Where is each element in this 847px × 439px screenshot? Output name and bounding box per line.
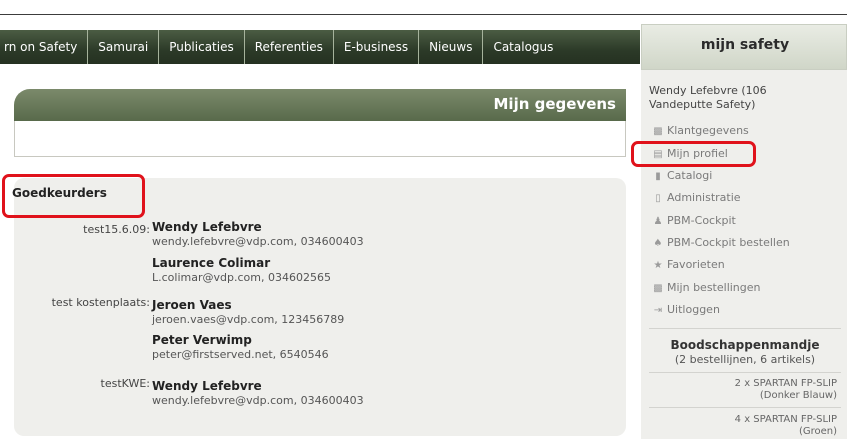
sidebar-item-label: Catalogi	[667, 169, 713, 182]
logout-icon: ⇥	[653, 305, 663, 316]
order-people-icon: ♠	[653, 238, 663, 249]
basket-summary: (2 bestellijnen, 6 artikels)	[674, 353, 816, 366]
nav-item-e-business[interactable]: E-business	[334, 30, 420, 64]
sidebar-item-pbm-cockpit-bestellen[interactable]: ♠ PBM-Cockpit bestellen	[652, 236, 790, 249]
document-icon: ▯	[655, 193, 661, 204]
group-label: test kostenplaats:	[51, 296, 150, 309]
nav-item-safety[interactable]: rn on Safety	[0, 30, 89, 64]
sidebar-item-label: Favorieten	[667, 258, 725, 271]
approver-contact[interactable]: wendy.lefebvre@vdp.com, 034600403	[152, 394, 364, 408]
nav-item-nieuws[interactable]: Nieuws	[419, 30, 484, 64]
page-title: Mijn gegevens	[493, 95, 617, 113]
basket-item-name: 2 x SPARTAN FP-SLIP	[734, 378, 837, 389]
chart-icon: ▩	[653, 126, 663, 137]
sidebar-header: mijn safety	[641, 24, 847, 70]
basket-item-variant: (Donker Blauw)	[759, 390, 837, 401]
approver-name: Wendy Lefebvre	[152, 220, 262, 234]
divider	[649, 407, 841, 408]
sidebar-item-label: Uitloggen	[667, 303, 720, 316]
sidebar-item-administratie[interactable]: ▯ Administratie	[652, 191, 741, 204]
profile-highlight-box	[631, 141, 756, 167]
top-divider	[0, 14, 847, 15]
sidebar-item-label: PBM-Cockpit	[667, 214, 736, 227]
approver-name: Jeroen Vaes	[152, 298, 232, 312]
page-header: Mijn gegevens	[14, 89, 626, 121]
approvers-highlight-box	[2, 174, 145, 218]
approver-name: Wendy Lefebvre	[152, 379, 262, 393]
basket-item-name: 4 x SPARTAN FP-SLIP	[734, 414, 837, 425]
approver-entry: Jeroen Vaes jeroen.vaes@vdp.com, 1234567…	[152, 298, 344, 327]
basket-item-variant: (Groen)	[798, 426, 837, 437]
approver-contact[interactable]: jeroen.vaes@vdp.com, 123456789	[152, 313, 344, 327]
sidebar-item-klantgegevens[interactable]: ▩ Klantgegevens	[652, 124, 749, 137]
orders-chart-icon: ▩	[653, 283, 663, 294]
approver-entry: Wendy Lefebvre wendy.lefebvre@vdp.com, 0…	[152, 379, 364, 408]
approver-name: Laurence Colimar	[152, 256, 271, 270]
divider	[649, 328, 841, 329]
people-icon: ♟	[653, 216, 663, 227]
sidebar-user: Wendy Lefebvre (106 Vandeputte Safety)	[649, 84, 839, 112]
divider	[649, 372, 841, 373]
approver-entry: Peter Verwimp peter@firstserved.net, 654…	[152, 333, 329, 362]
sidebar-item-mijn-bestellingen[interactable]: ▩ Mijn bestellingen	[652, 281, 761, 294]
sidebar-title: mijn safety	[700, 37, 790, 53]
sidebar-item-label: Mijn bestellingen	[667, 281, 761, 294]
sidebar-item-label: Administratie	[667, 191, 741, 204]
nav-item-referenties[interactable]: Referenties	[245, 30, 334, 64]
approver-contact[interactable]: wendy.lefebvre@vdp.com, 034600403	[152, 235, 364, 249]
sidebar-user-name: Wendy Lefebvre (106	[649, 84, 767, 97]
nav-item-samurai[interactable]: Samurai	[88, 30, 160, 64]
approver-contact[interactable]: L.colimar@vdp.com, 034602565	[152, 271, 331, 285]
page-header-body	[14, 121, 626, 157]
star-icon: ★	[653, 260, 663, 271]
sidebar-item-uitloggen[interactable]: ⇥ Uitloggen	[652, 303, 720, 316]
book-icon: ▮	[655, 171, 661, 182]
group-label: test15.6.09:	[83, 223, 150, 236]
sidebar-item-pbm-cockpit[interactable]: ♟ PBM-Cockpit	[652, 214, 736, 227]
sidebar-item-label: Klantgegevens	[667, 124, 749, 137]
approver-contact[interactable]: peter@firstserved.net, 6540546	[152, 348, 329, 362]
approver-entry: Wendy Lefebvre wendy.lefebvre@vdp.com, 0…	[152, 220, 364, 249]
basket-item[interactable]: 4 x SPARTAN FP-SLIP (Groen)	[647, 414, 837, 438]
nav-item-publicaties[interactable]: Publicaties	[159, 30, 245, 64]
main-nav: rn on Safety Samurai Publicaties Referen…	[0, 30, 640, 64]
nav-item-catalogus[interactable]: Catalogus	[483, 30, 563, 64]
approver-name: Peter Verwimp	[152, 333, 252, 347]
sidebar-user-company: Vandeputte Safety)	[649, 98, 756, 111]
group-label: testKWE:	[100, 377, 150, 390]
sidebar-item-catalogi[interactable]: ▮ Catalogi	[652, 169, 712, 182]
sidebar-item-label: PBM-Cockpit bestellen	[667, 236, 790, 249]
sidebar-item-favorieten[interactable]: ★ Favorieten	[652, 258, 725, 271]
approver-entry: Laurence Colimar L.colimar@vdp.com, 0346…	[152, 256, 331, 285]
basket-title[interactable]: Boodschappenmandje	[645, 338, 845, 352]
basket-item[interactable]: 2 x SPARTAN FP-SLIP (Donker Blauw)	[647, 378, 837, 402]
